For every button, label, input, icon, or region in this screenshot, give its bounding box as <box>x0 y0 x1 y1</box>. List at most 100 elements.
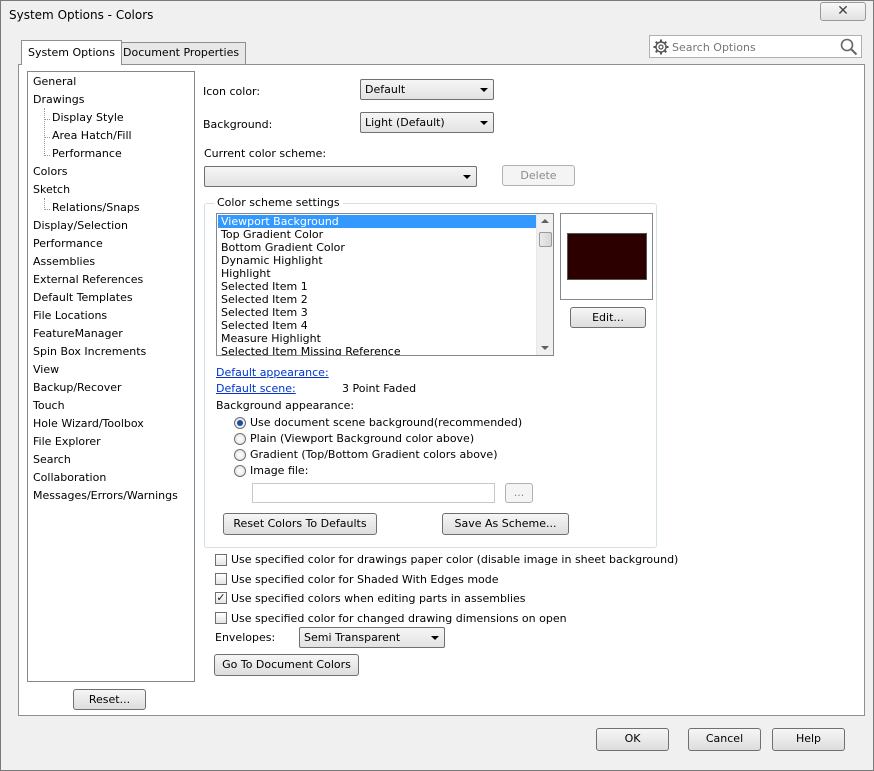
scroll-thumb[interactable] <box>539 232 552 247</box>
list-item[interactable]: Selected Item 3 <box>218 306 536 319</box>
color-scheme-select[interactable] <box>204 166 477 187</box>
list-item[interactable]: Selected Item 2 <box>218 293 536 306</box>
checkbox-label[interactable]: Use specified color for changed drawing … <box>231 612 567 625</box>
delete-button[interactable]: Delete <box>502 165 575 186</box>
background-label: Background: <box>203 118 273 131</box>
tab-system-options[interactable]: System Options <box>21 40 122 65</box>
help-button[interactable]: Help <box>772 728 845 751</box>
tab-label: System Options <box>28 46 115 59</box>
radio-label[interactable]: Image file: <box>250 464 308 477</box>
icon-color-select[interactable]: Default <box>360 79 494 100</box>
sidebar-item[interactable]: Backup/Recover <box>33 380 122 396</box>
checkbox-changed-dimensions[interactable] <box>215 612 227 624</box>
radio-gradient[interactable] <box>234 449 246 461</box>
checkbox-label[interactable]: Use specified color for Shaded With Edge… <box>231 573 499 586</box>
default-scene-value: 3 Point Faded <box>342 382 417 395</box>
list-item[interactable]: Dynamic Highlight <box>218 254 536 267</box>
gear-icon[interactable] <box>653 39 669 55</box>
sidebar-item[interactable]: Hole Wizard/Toolbox <box>33 416 144 432</box>
delete-label: Delete <box>520 169 557 182</box>
tab-document-properties[interactable]: Document Properties <box>116 42 247 64</box>
default-appearance-link[interactable]: Default appearance: <box>216 366 329 379</box>
magnifier-icon[interactable] <box>840 38 858 56</box>
checkbox-shaded-edges[interactable] <box>215 573 227 585</box>
radio-plain[interactable] <box>234 433 246 445</box>
sidebar-item[interactable]: Area Hatch/Fill <box>52 128 132 144</box>
browse-button[interactable]: ... <box>505 483 533 503</box>
checkbox-paper-color[interactable] <box>215 554 227 566</box>
sidebar-item[interactable]: Spin Box Increments <box>33 344 146 360</box>
sidebar-item[interactable]: Performance <box>33 236 103 252</box>
list-item[interactable]: Top Gradient Color <box>218 228 536 241</box>
list-item[interactable]: Selected Item Missing Reference <box>218 345 536 355</box>
ok-button[interactable]: OK <box>596 728 669 751</box>
sidebar-item[interactable]: Default Templates <box>33 290 133 306</box>
sidebar-item[interactable]: Display Style <box>52 110 124 126</box>
scheme-label: Current color scheme: <box>204 147 327 160</box>
radio-label[interactable]: Use document scene background(recommende… <box>250 416 522 429</box>
background-select[interactable]: Light (Default) <box>360 112 494 133</box>
tree-connector <box>44 108 45 154</box>
checkbox-editing-parts[interactable]: ✓ <box>215 592 227 604</box>
sidebar-item[interactable]: FeatureManager <box>33 326 123 342</box>
list-scrollbar[interactable] <box>536 214 553 355</box>
scroll-up-icon[interactable] <box>541 219 549 223</box>
list-item[interactable]: Measure Highlight <box>218 332 536 345</box>
browse-label: ... <box>513 486 525 499</box>
sidebar-item[interactable]: Assemblies <box>33 254 95 270</box>
sidebar-item[interactable]: Touch <box>33 398 65 414</box>
go-to-document-colors-button[interactable]: Go To Document Colors <box>214 654 359 676</box>
reset-colors-label: Reset Colors To Defaults <box>233 517 367 530</box>
sidebar-item[interactable]: General <box>33 74 76 90</box>
sidebar-item[interactable]: Collaboration <box>33 470 106 486</box>
tab-label: Document Properties <box>123 46 240 59</box>
edit-button[interactable]: Edit... <box>570 307 646 328</box>
color-item-list[interactable]: Selected Item Missing Reference Measure H… <box>216 213 554 356</box>
sidebar-item[interactable]: File Explorer <box>33 434 101 450</box>
search-box[interactable] <box>649 35 862 58</box>
sidebar-item[interactable]: External References <box>33 272 143 288</box>
radio-label[interactable]: Plain (Viewport Background color above) <box>250 432 474 445</box>
cancel-button[interactable]: Cancel <box>688 728 761 751</box>
default-scene-link[interactable]: Default scene: <box>216 382 296 395</box>
sidebar-item[interactable]: Colors <box>33 164 67 180</box>
envelopes-select[interactable]: Semi Transparent <box>299 627 445 648</box>
sidebar-item[interactable]: Performance <box>52 146 122 162</box>
image-file-input[interactable] <box>252 483 495 503</box>
icon-color-label: Icon color: <box>203 85 261 98</box>
sidebar-item[interactable]: Display/Selection <box>33 218 128 234</box>
save-as-scheme-button[interactable]: Save As Scheme... <box>442 513 569 535</box>
scroll-down-icon[interactable] <box>541 346 549 350</box>
sidebar-item[interactable]: Messages/Errors/Warnings <box>33 488 178 504</box>
reset-colors-button[interactable]: Reset Colors To Defaults <box>223 513 377 535</box>
cancel-label: Cancel <box>705 732 744 745</box>
list-item[interactable]: Selected Item 1 <box>218 280 536 293</box>
tree-connector <box>44 155 50 156</box>
list-item[interactable]: Selected Item 4 <box>218 319 536 332</box>
sidebar-item[interactable]: File Locations <box>33 308 107 324</box>
system-options-dialog: System Options - Colors ✕ System Options… <box>0 0 874 771</box>
help-label: Help <box>795 732 822 745</box>
reset-button[interactable]: Reset... <box>73 689 146 710</box>
checkbox-label[interactable]: Use specified colors when editing parts … <box>231 592 526 605</box>
window-title: System Options - Colors <box>9 8 154 22</box>
radio-label[interactable]: Gradient (Top/Bottom Gradient colors abo… <box>250 448 498 461</box>
close-button[interactable]: ✕ <box>820 2 866 21</box>
title-bar: System Options - Colors ✕ <box>1 1 873 31</box>
radio-image-file[interactable] <box>234 465 246 477</box>
list-item[interactable]: Viewport Background <box>218 215 536 228</box>
checkbox-label[interactable]: Use specified color for drawings paper c… <box>231 553 678 566</box>
group-title: Color scheme settings <box>214 196 343 209</box>
sidebar-item[interactable]: Relations/Snaps <box>52 200 140 216</box>
sidebar-item[interactable]: Drawings <box>33 92 84 108</box>
close-icon[interactable]: ✕ <box>837 3 849 19</box>
radio-document-scene[interactable] <box>234 417 246 429</box>
sidebar-item[interactable]: View <box>33 362 59 378</box>
tree-connector <box>44 198 45 208</box>
sidebar-item[interactable]: Search <box>33 452 71 468</box>
save-scheme-label: Save As Scheme... <box>454 517 557 530</box>
search-input[interactable] <box>672 39 832 55</box>
list-item[interactable]: Highlight <box>218 267 536 280</box>
list-item[interactable]: Bottom Gradient Color <box>218 241 536 254</box>
sidebar-item[interactable]: Sketch <box>33 182 70 198</box>
